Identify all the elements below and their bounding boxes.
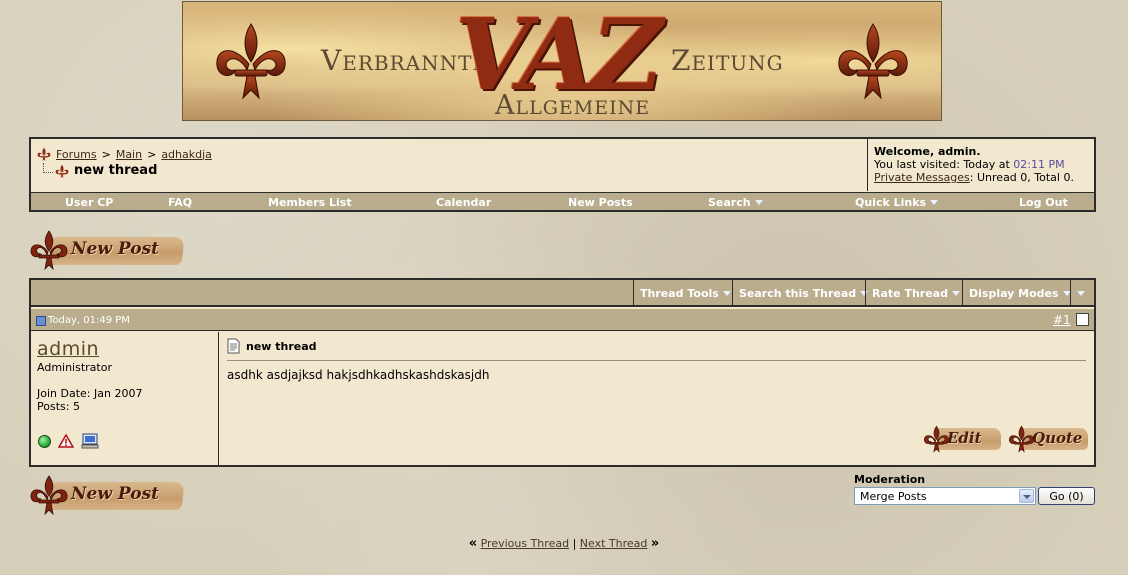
banner-word-bottom: Allgemeine bbox=[495, 90, 651, 121]
private-messages-link[interactable]: Private Messages bbox=[874, 171, 970, 184]
pm-status: : Unread 0, Total 0. bbox=[969, 171, 1074, 184]
fleur-de-lis-icon bbox=[30, 475, 68, 515]
fleur-de-lis-icon bbox=[30, 230, 68, 270]
edit-button[interactable]: Edit bbox=[923, 425, 1003, 453]
new-post-button-bottom[interactable]: New Post bbox=[29, 475, 185, 515]
new-post-label: New Post bbox=[71, 239, 159, 259]
thread-toolbar: Thread Tools Search this Thread Rate Thr… bbox=[31, 280, 1094, 307]
breadcrumb-link-forums[interactable]: Forums bbox=[56, 148, 97, 161]
last-visited-label: You last visited: Today at bbox=[874, 158, 1010, 171]
display-modes-menu[interactable]: Display Modes bbox=[962, 280, 1076, 305]
menu-label: Log Out bbox=[1019, 196, 1068, 209]
menu-user-cp[interactable]: User CP bbox=[65, 196, 113, 209]
menu-label: Calendar bbox=[436, 196, 492, 209]
fleur-de-lis-icon bbox=[55, 164, 69, 178]
new-post-button-top[interactable]: New Post bbox=[29, 230, 185, 270]
menu-search[interactable]: Search bbox=[708, 196, 763, 209]
menu-quick-links[interactable]: Quick Links bbox=[855, 196, 939, 209]
menu-new-posts[interactable]: New Posts bbox=[568, 196, 633, 209]
menu-label: Members List bbox=[268, 196, 352, 209]
main-menu: User CP FAQ Members List Calendar New Po… bbox=[31, 192, 1094, 210]
breadcrumb-link-main[interactable]: Main bbox=[116, 148, 142, 161]
menu-log-out[interactable]: Log Out bbox=[1019, 196, 1068, 209]
join-date: Join Date: Jan 2007 bbox=[37, 387, 143, 400]
post-number-link[interactable]: #1 bbox=[1053, 313, 1071, 327]
online-status-icon bbox=[38, 434, 51, 448]
post-select-checkbox[interactable] bbox=[1076, 313, 1089, 326]
user-title: Administrator bbox=[37, 361, 112, 374]
post-username[interactable]: admin bbox=[37, 338, 99, 360]
menu-label: Quick Links bbox=[855, 196, 927, 209]
post-document-icon bbox=[227, 338, 240, 354]
chevron-down-icon[interactable] bbox=[1019, 489, 1034, 503]
right-arrow-icon: » bbox=[650, 536, 660, 551]
post-date: Today, 01:49 PM bbox=[48, 315, 130, 326]
moderation-select[interactable]: Merge Posts bbox=[854, 487, 1036, 505]
dropdown-arrow-icon bbox=[1077, 291, 1085, 296]
breadcrumb-separator: > bbox=[147, 147, 157, 161]
post-header: Today, 01:49 PM #1 bbox=[31, 309, 1094, 331]
fleur-de-lis-icon bbox=[216, 23, 286, 100]
menu-label: Search bbox=[708, 196, 751, 209]
previous-thread-link[interactable]: Previous Thread bbox=[481, 537, 569, 550]
thread-tools-menu[interactable]: Thread Tools bbox=[633, 280, 736, 305]
menu-faq[interactable]: FAQ bbox=[168, 196, 192, 209]
left-arrow-icon: « bbox=[468, 536, 478, 551]
toolbar-label: Search this Thread bbox=[739, 287, 857, 300]
banner-word-right: Zeitung bbox=[671, 44, 784, 77]
toolbar-collapse-button[interactable] bbox=[1070, 280, 1094, 305]
toolbar-label: Rate Thread bbox=[872, 287, 948, 300]
last-visited-time: 02:11 PM bbox=[1013, 158, 1065, 171]
menu-label: User CP bbox=[65, 196, 114, 209]
dropdown-arrow-icon bbox=[930, 200, 939, 205]
navbar: Forums > Main > adhakdja new thread Welc… bbox=[29, 137, 1096, 212]
nav-divider: | bbox=[572, 537, 577, 550]
breadcrumb-link-forum[interactable]: adhakdja bbox=[161, 148, 212, 161]
quote-label: Quote bbox=[1032, 429, 1083, 447]
dropdown-arrow-icon bbox=[722, 291, 731, 296]
dropdown-arrow-icon bbox=[951, 291, 960, 296]
quote-button[interactable]: Quote bbox=[1008, 425, 1090, 453]
moderation-go-button[interactable]: Go (0) bbox=[1038, 487, 1095, 505]
post-body: new thread asdhk asdjajksd hakjsdhkadhsk… bbox=[220, 332, 1094, 465]
menu-members-list[interactable]: Members List bbox=[268, 196, 352, 209]
post-table: Thread Tools Search this Thread Rate Thr… bbox=[29, 278, 1096, 467]
fleur-de-lis-icon bbox=[1009, 425, 1034, 453]
toolbar-label: Display Modes bbox=[969, 287, 1059, 300]
next-thread-link[interactable]: Next Thread bbox=[580, 537, 648, 550]
menu-label: FAQ bbox=[168, 196, 193, 209]
rate-thread-menu[interactable]: Rate Thread bbox=[865, 280, 965, 305]
menu-label: New Posts bbox=[568, 196, 633, 209]
post-count: Posts: 5 bbox=[37, 400, 80, 413]
post-divider bbox=[227, 360, 1086, 361]
report-warning-icon[interactable] bbox=[58, 434, 74, 448]
toolbar-label: Thread Tools bbox=[640, 287, 719, 300]
fleur-de-lis-icon bbox=[924, 425, 949, 453]
moderation-selected-value: Merge Posts bbox=[860, 490, 927, 503]
site-banner: Verbrannte VAZ Zeitung Allgemeine bbox=[182, 1, 942, 121]
tree-connector bbox=[43, 162, 53, 173]
dropdown-arrow-icon bbox=[754, 200, 763, 205]
edit-label: Edit bbox=[947, 429, 982, 447]
new-post-label: New Post bbox=[71, 484, 159, 504]
ip-computer-icon[interactable] bbox=[81, 433, 99, 449]
fleur-de-lis-icon bbox=[838, 23, 908, 100]
user-info-panel: admin Administrator Join Date: Jan 2007 … bbox=[31, 332, 219, 465]
breadcrumb-separator: > bbox=[101, 147, 111, 161]
menu-calendar[interactable]: Calendar bbox=[436, 196, 491, 209]
post-message: asdhk asdjajksd hakjsdhkadhskashdskasjdh bbox=[227, 368, 490, 382]
search-thread-menu[interactable]: Search this Thread bbox=[732, 280, 873, 305]
page-title: new thread bbox=[74, 163, 158, 178]
moderation-label: Moderation bbox=[854, 473, 926, 486]
welcome-panel: Welcome, admin. You last visited: Today … bbox=[867, 139, 1094, 191]
fleur-de-lis-icon bbox=[37, 147, 51, 161]
post-status-icon bbox=[36, 315, 46, 326]
post-title: new thread bbox=[246, 339, 317, 353]
welcome-greeting: Welcome, admin. bbox=[874, 145, 981, 158]
breadcrumb: Forums > Main > adhakdja new thread bbox=[31, 139, 867, 191]
thread-navigation: « Previous Thread | Next Thread » bbox=[0, 536, 1128, 551]
